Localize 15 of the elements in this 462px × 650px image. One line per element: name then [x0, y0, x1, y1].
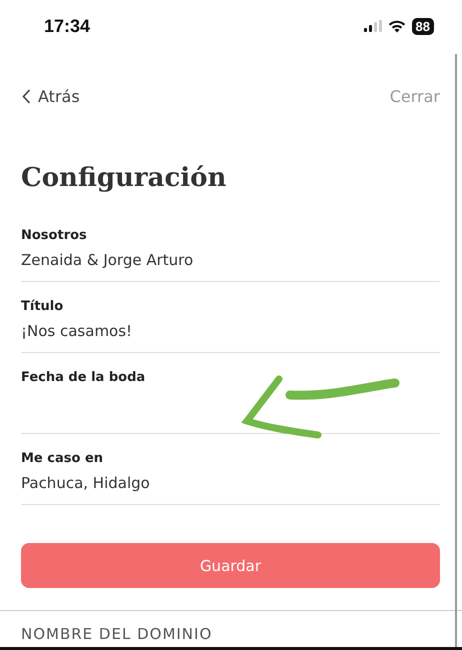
field-label: Título	[21, 298, 64, 316]
page-title: Configuración	[21, 162, 228, 195]
input-field[interactable]: ¡Nos casamos!	[21, 320, 440, 342]
battery-level: 88	[416, 18, 430, 34]
back-link[interactable]: Atrás	[22, 86, 80, 106]
field-label: Me caso en	[21, 450, 104, 468]
back-chevron-icon	[22, 88, 31, 104]
field-label: Nosotros	[21, 227, 88, 245]
input-field[interactable]: Pachuca, Hidalgo	[21, 472, 440, 494]
field-label: Fecha de la boda	[21, 369, 146, 387]
status-time: 17:34	[44, 16, 90, 36]
signal-icon	[364, 20, 382, 32]
wifi-icon	[388, 20, 406, 32]
section-heading: NOMBRE DEL DOMINIO	[20, 624, 214, 645]
input-field[interactable]: Zenaida & Jorge Arturo	[21, 249, 440, 271]
